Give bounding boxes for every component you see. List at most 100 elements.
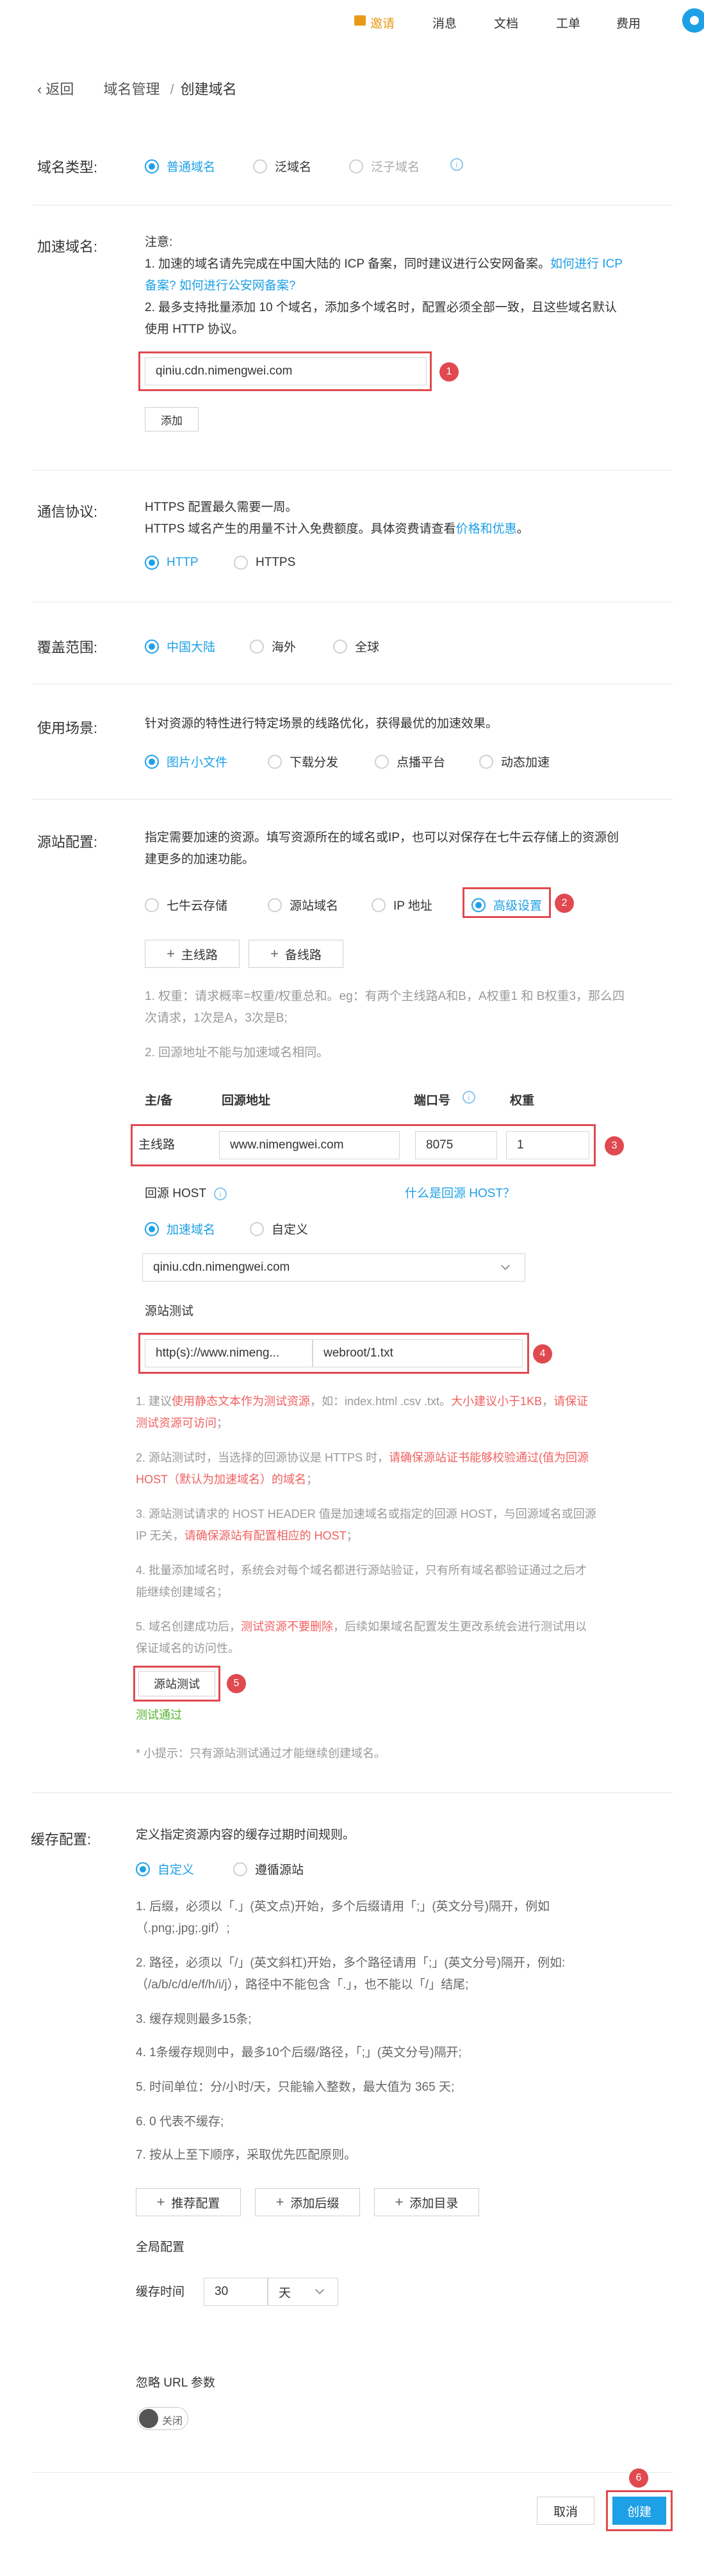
cache-time-unit-select[interactable]: 天	[268, 2278, 338, 2306]
add-domain-button[interactable]: 添加	[145, 407, 199, 431]
add-directory-button[interactable]: + 添加目录	[374, 2188, 479, 2216]
user-avatar[interactable]	[680, 6, 704, 35]
radio-qiniu-storage[interactable]: 七牛云存储	[145, 896, 227, 914]
radio-normal-domain[interactable]: 普通域名	[145, 157, 215, 175]
info-icon[interactable]: i	[463, 1091, 475, 1104]
radio-download[interactable]: 下载分发	[268, 753, 338, 770]
callout-badge-1: 1	[439, 362, 459, 382]
radio-wildcard-domain[interactable]: 泛域名	[253, 157, 311, 175]
plus-icon: +	[270, 946, 279, 962]
radio-vod[interactable]: 点播平台	[375, 753, 445, 770]
th-port: 端口号	[414, 1094, 451, 1107]
host-select[interactable]: qiniu.cdn.nimengwei.com	[142, 1253, 525, 1282]
plus-icon: +	[275, 2194, 284, 2210]
nav-invite[interactable]: 邀请	[370, 14, 395, 31]
callout-badge-4: 4	[533, 1344, 552, 1364]
callout-badge-6: 6	[629, 2468, 648, 2488]
origin-test-label: 源站测试	[145, 1305, 194, 1318]
add-backup-line-button[interactable]: + 备线路	[249, 940, 343, 968]
back-link[interactable]: 返回	[45, 81, 74, 97]
ignore-url-toggle[interactable]: 关闭	[137, 2407, 188, 2430]
plus-icon: +	[167, 946, 175, 962]
toggle-knob	[139, 2409, 158, 2428]
global-config-label: 全局配置	[136, 2241, 185, 2254]
pricing-link[interactable]: 价格和优惠	[456, 522, 517, 536]
radio-ip-address[interactable]: IP 地址	[372, 896, 432, 914]
accel-domain-label: 加速域名:	[37, 239, 98, 255]
icp-police-help-link[interactable]: 备案? 如何进行公安网备案?	[145, 275, 295, 297]
add-main-line-button[interactable]: + 主线路	[145, 940, 240, 968]
test-tip-4b: 能继续创建域名；	[136, 1586, 228, 1598]
cache-rule-2: 2. 路径，必须以「/」(英文斜杠)开始，多个路径请用「;」(英文分号)隔开，例…	[136, 1956, 566, 1970]
radio-dynamic[interactable]: 动态加速	[479, 753, 550, 770]
ignore-url-label: 忽略 URL 参数	[136, 2376, 215, 2390]
th-weight: 权重	[510, 1094, 535, 1107]
test-tip-1: 1. 建议使用静态文本作为测试资源，如：index.html .csv .txt…	[136, 1395, 589, 1408]
protocol-label: 通信协议:	[37, 504, 98, 520]
radio-overseas[interactable]: 海外	[250, 638, 296, 655]
chevron-left-icon[interactable]: ‹	[37, 81, 42, 97]
test-tip-1b: 测试资源可访问；	[136, 1417, 228, 1429]
note-title: 注意:	[145, 236, 173, 249]
test-result: 测试通过	[136, 1709, 182, 1721]
radio-https[interactable]: HTTPS	[234, 556, 295, 570]
callout-box-2	[463, 887, 551, 918]
top-navigation-bar: 邀请 消息 文档 工单 费用	[0, 0, 704, 41]
info-icon[interactable]: i	[214, 1187, 227, 1200]
radio-host-accel-domain[interactable]: 加速域名	[145, 1220, 215, 1237]
cache-time-input[interactable]: 30	[204, 2278, 268, 2306]
test-tip-5b: 保证域名的访问性。	[136, 1642, 240, 1655]
divider	[32, 2472, 673, 2473]
cache-rule-6: 6. 0 代表不缓存;	[136, 2115, 224, 2129]
test-tip-2b: HOST（默认为加速域名）的域名；	[136, 1473, 318, 1486]
cache-desc: 定义指定资源内容的缓存过期时间规则。	[136, 1828, 356, 1842]
nav-messages[interactable]: 消息	[432, 14, 457, 31]
icp-help-link[interactable]: 如何进行 ICP	[550, 257, 623, 271]
cache-rule-1: 1. 后缀，必须以「.」(英文点)开始，多个后缀请用「;」(英文分号)隔开，例如	[136, 1900, 550, 1913]
info-icon[interactable]: i	[450, 158, 463, 171]
radio-mainland-china[interactable]: 中国大陆	[145, 638, 215, 655]
radio-wildcard-subdomain[interactable]: 泛子域名	[349, 157, 420, 175]
what-is-host-link[interactable]: 什么是回源 HOST？	[405, 1183, 515, 1205]
origin-note-2: 2. 回源地址不能与加速域名相同。	[145, 1046, 329, 1059]
divider	[32, 799, 673, 800]
cache-time-label: 缓存时间	[136, 2285, 185, 2299]
coverage-label: 覆盖范围:	[37, 640, 98, 656]
th-main-backup: 主/备	[145, 1094, 173, 1107]
divider	[32, 1792, 673, 1793]
breadcrumb-parent[interactable]: 域名管理	[103, 81, 160, 97]
protocol-desc-2: HTTPS 域名产生的用量不计入免费额度。具体资费请查看价格和优惠。	[145, 522, 529, 536]
cache-rule-7: 7. 按从上至下顺序，采取优先匹配原则。	[136, 2148, 357, 2162]
callout-badge-2: 2	[555, 894, 574, 913]
note-line-1: 1. 加速的域名请先完成在中国大陆的 ICP 备案，同时建议进行公安网备案。如何…	[145, 257, 623, 271]
radio-host-custom[interactable]: 自定义	[250, 1220, 308, 1237]
cache-rule-1b: （.png;.jpg;.gif）;	[136, 1922, 230, 1935]
scenario-label: 使用场景:	[37, 720, 98, 736]
radio-cache-follow-origin[interactable]: 遵循源站	[233, 1860, 304, 1878]
th-origin-address: 回源地址	[222, 1094, 271, 1107]
radio-small-files[interactable]: 图片小文件	[145, 753, 227, 770]
recommended-config-button[interactable]: + 推荐配置	[136, 2188, 241, 2216]
radio-origin-domain[interactable]: 源站域名	[268, 896, 338, 914]
radio-global[interactable]: 全球	[333, 638, 379, 655]
origin-hint: * 小提示：只有源站测试通过才能继续创建域名。	[136, 1747, 386, 1760]
callout-box-1	[138, 351, 432, 391]
gift-icon	[354, 15, 366, 26]
plus-icon: +	[395, 2194, 404, 2210]
callout-box-3	[131, 1124, 596, 1166]
weight-note-1: 1. 权重：请求概率=权重/权重总和。eg：有两个主线路A和B，A权重1 和 B…	[145, 990, 625, 1003]
radio-cache-custom[interactable]: 自定义	[136, 1860, 194, 1878]
cache-rule-4: 4. 1条缓存规则中，最多10个后缀/路径，「;」(英文分号)隔开;	[136, 2046, 462, 2059]
test-tip-3b: IP 无关，请确保源站有配置相应的 HOST；	[136, 1529, 358, 1542]
host-label: 回源 HOST	[145, 1187, 207, 1200]
radio-http[interactable]: HTTP	[145, 556, 199, 570]
nav-docs[interactable]: 文档	[494, 14, 518, 31]
breadcrumb-separator: /	[170, 81, 174, 97]
cancel-button[interactable]: 取消	[537, 2497, 594, 2525]
toggle-label: 关闭	[162, 2416, 183, 2427]
nav-billing[interactable]: 费用	[616, 14, 641, 31]
breadcrumb-current: 创建域名	[180, 81, 237, 97]
nav-tickets[interactable]: 工单	[556, 14, 580, 31]
cache-rule-2b: （/a/b/c/d/e/f/h/i/j），路径中不能包含「.」，也不能以「/」结…	[136, 1978, 469, 1992]
add-suffix-button[interactable]: + 添加后缀	[255, 2188, 360, 2216]
